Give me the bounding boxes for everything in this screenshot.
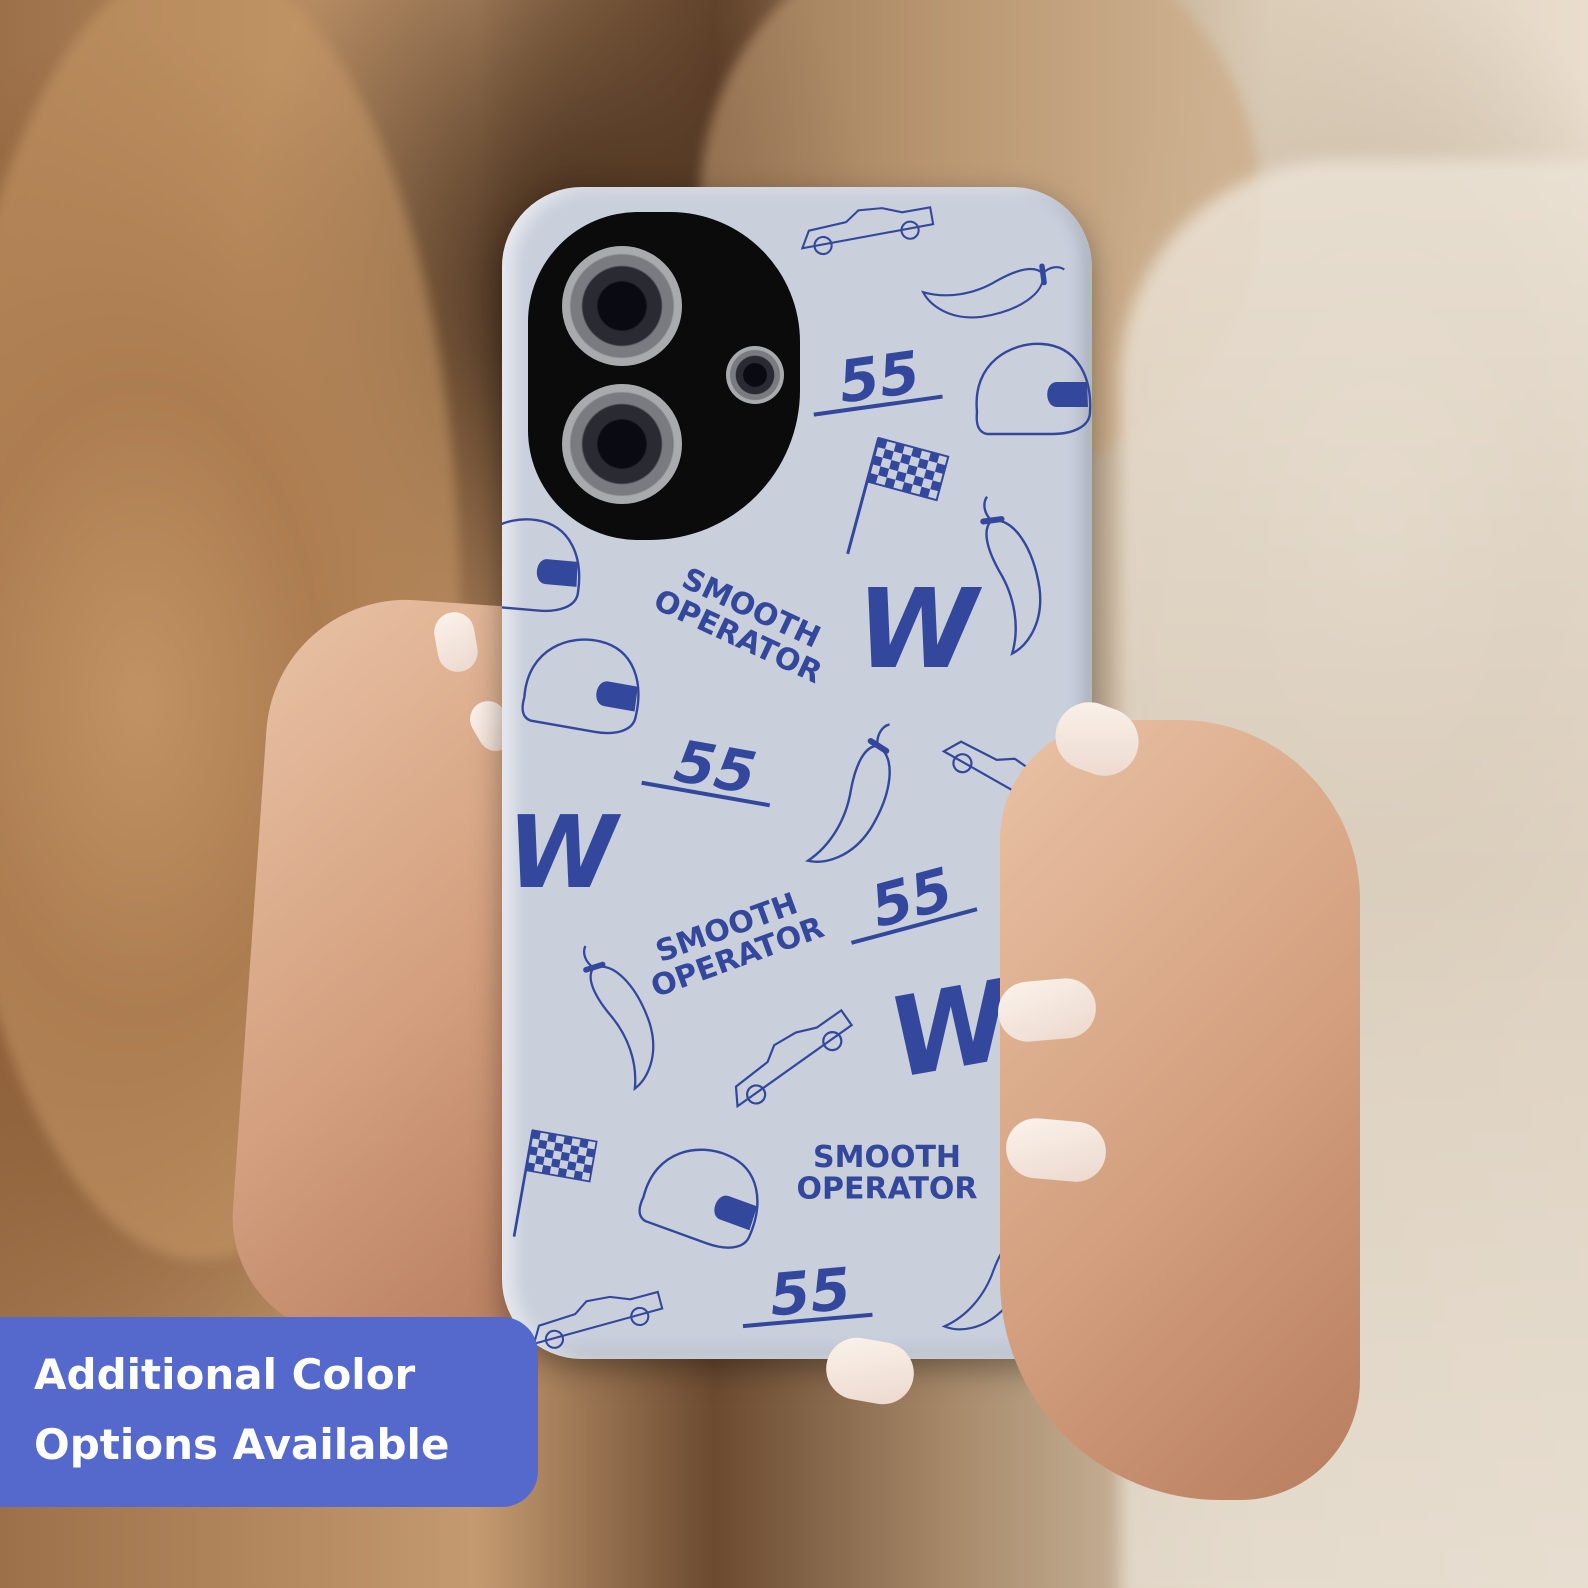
smooth-operator-text: SMOOTHOPERATOR — [648, 561, 827, 691]
badge-line-2: Options Available — [34, 1420, 450, 1469]
operator-word: OPERATOR — [796, 1172, 977, 1207]
badge-text: Additional Color Options Available — [34, 1340, 534, 1480]
badge-line-1: Additional Color — [34, 1350, 416, 1399]
race-car-icon — [800, 206, 935, 256]
helmet-icon — [638, 1148, 759, 1249]
number-55-motif: 55 — [813, 338, 943, 417]
right-hand — [1000, 720, 1360, 1500]
svg-text:W: W — [856, 565, 982, 693]
helmet-icon — [521, 638, 640, 735]
camera-lens — [562, 246, 682, 366]
chili-pepper-icon — [921, 263, 1065, 319]
number-55-motif: 55 — [850, 854, 978, 945]
flash — [726, 346, 784, 404]
w-logo-motif: W — [856, 565, 982, 693]
smooth-operator-text: SMOOTHOPERATOR — [796, 1140, 977, 1207]
checkered-flag-icon — [512, 1129, 598, 1237]
number-55-motif: 55 — [641, 727, 771, 808]
chili-pepper-icon — [804, 723, 891, 863]
helmet-icon — [975, 342, 1092, 436]
race-car-icon — [734, 1008, 854, 1109]
smooth-operator-text: SMOOTHOPERATOR — [646, 886, 828, 1005]
w-logo-motif: W — [507, 794, 622, 911]
number-55-motif: 55 — [742, 1255, 873, 1329]
smooth-word: SMOOTH — [813, 1140, 961, 1175]
product-photo: 55 SMOOTH OPERATOR W 55 W 55 SMOOTH OPERATOR W SMO… — [0, 0, 1588, 1588]
checkered-flag-icon — [846, 436, 950, 555]
svg-text:W: W — [507, 794, 622, 911]
camera-lens — [562, 384, 682, 504]
race-car-icon — [532, 1290, 664, 1349]
helmet-icon — [502, 518, 581, 613]
